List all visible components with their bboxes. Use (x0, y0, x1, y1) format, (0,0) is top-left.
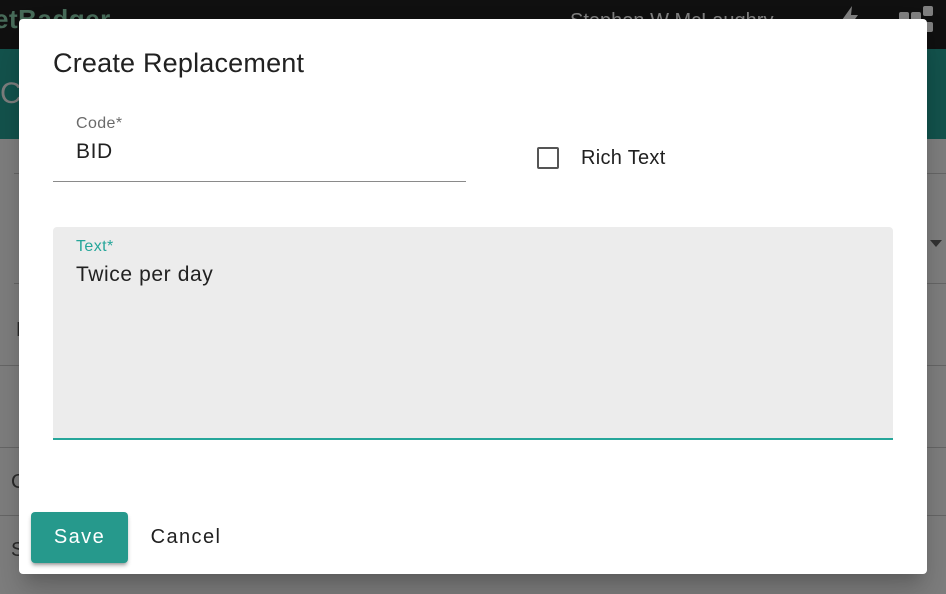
rich-text-checkbox[interactable] (537, 147, 559, 169)
dialog-title: Create Replacement (53, 48, 305, 78)
save-button[interactable]: Save (31, 512, 128, 563)
code-input[interactable] (76, 140, 436, 164)
rich-text-label: Rich Text (581, 146, 666, 169)
text-label: Text* (76, 238, 114, 255)
cancel-button[interactable]: Cancel (136, 512, 236, 563)
code-label: Code* (76, 115, 123, 132)
rich-text-toggle[interactable]: Rich Text (537, 143, 666, 173)
text-field[interactable]: Text* Twice per day (53, 227, 893, 440)
text-textarea[interactable]: Twice per day (76, 263, 856, 423)
code-field[interactable]: Code* (53, 107, 466, 182)
create-replacement-dialog: Create Replacement Code* Rich Text Text*… (19, 19, 927, 574)
